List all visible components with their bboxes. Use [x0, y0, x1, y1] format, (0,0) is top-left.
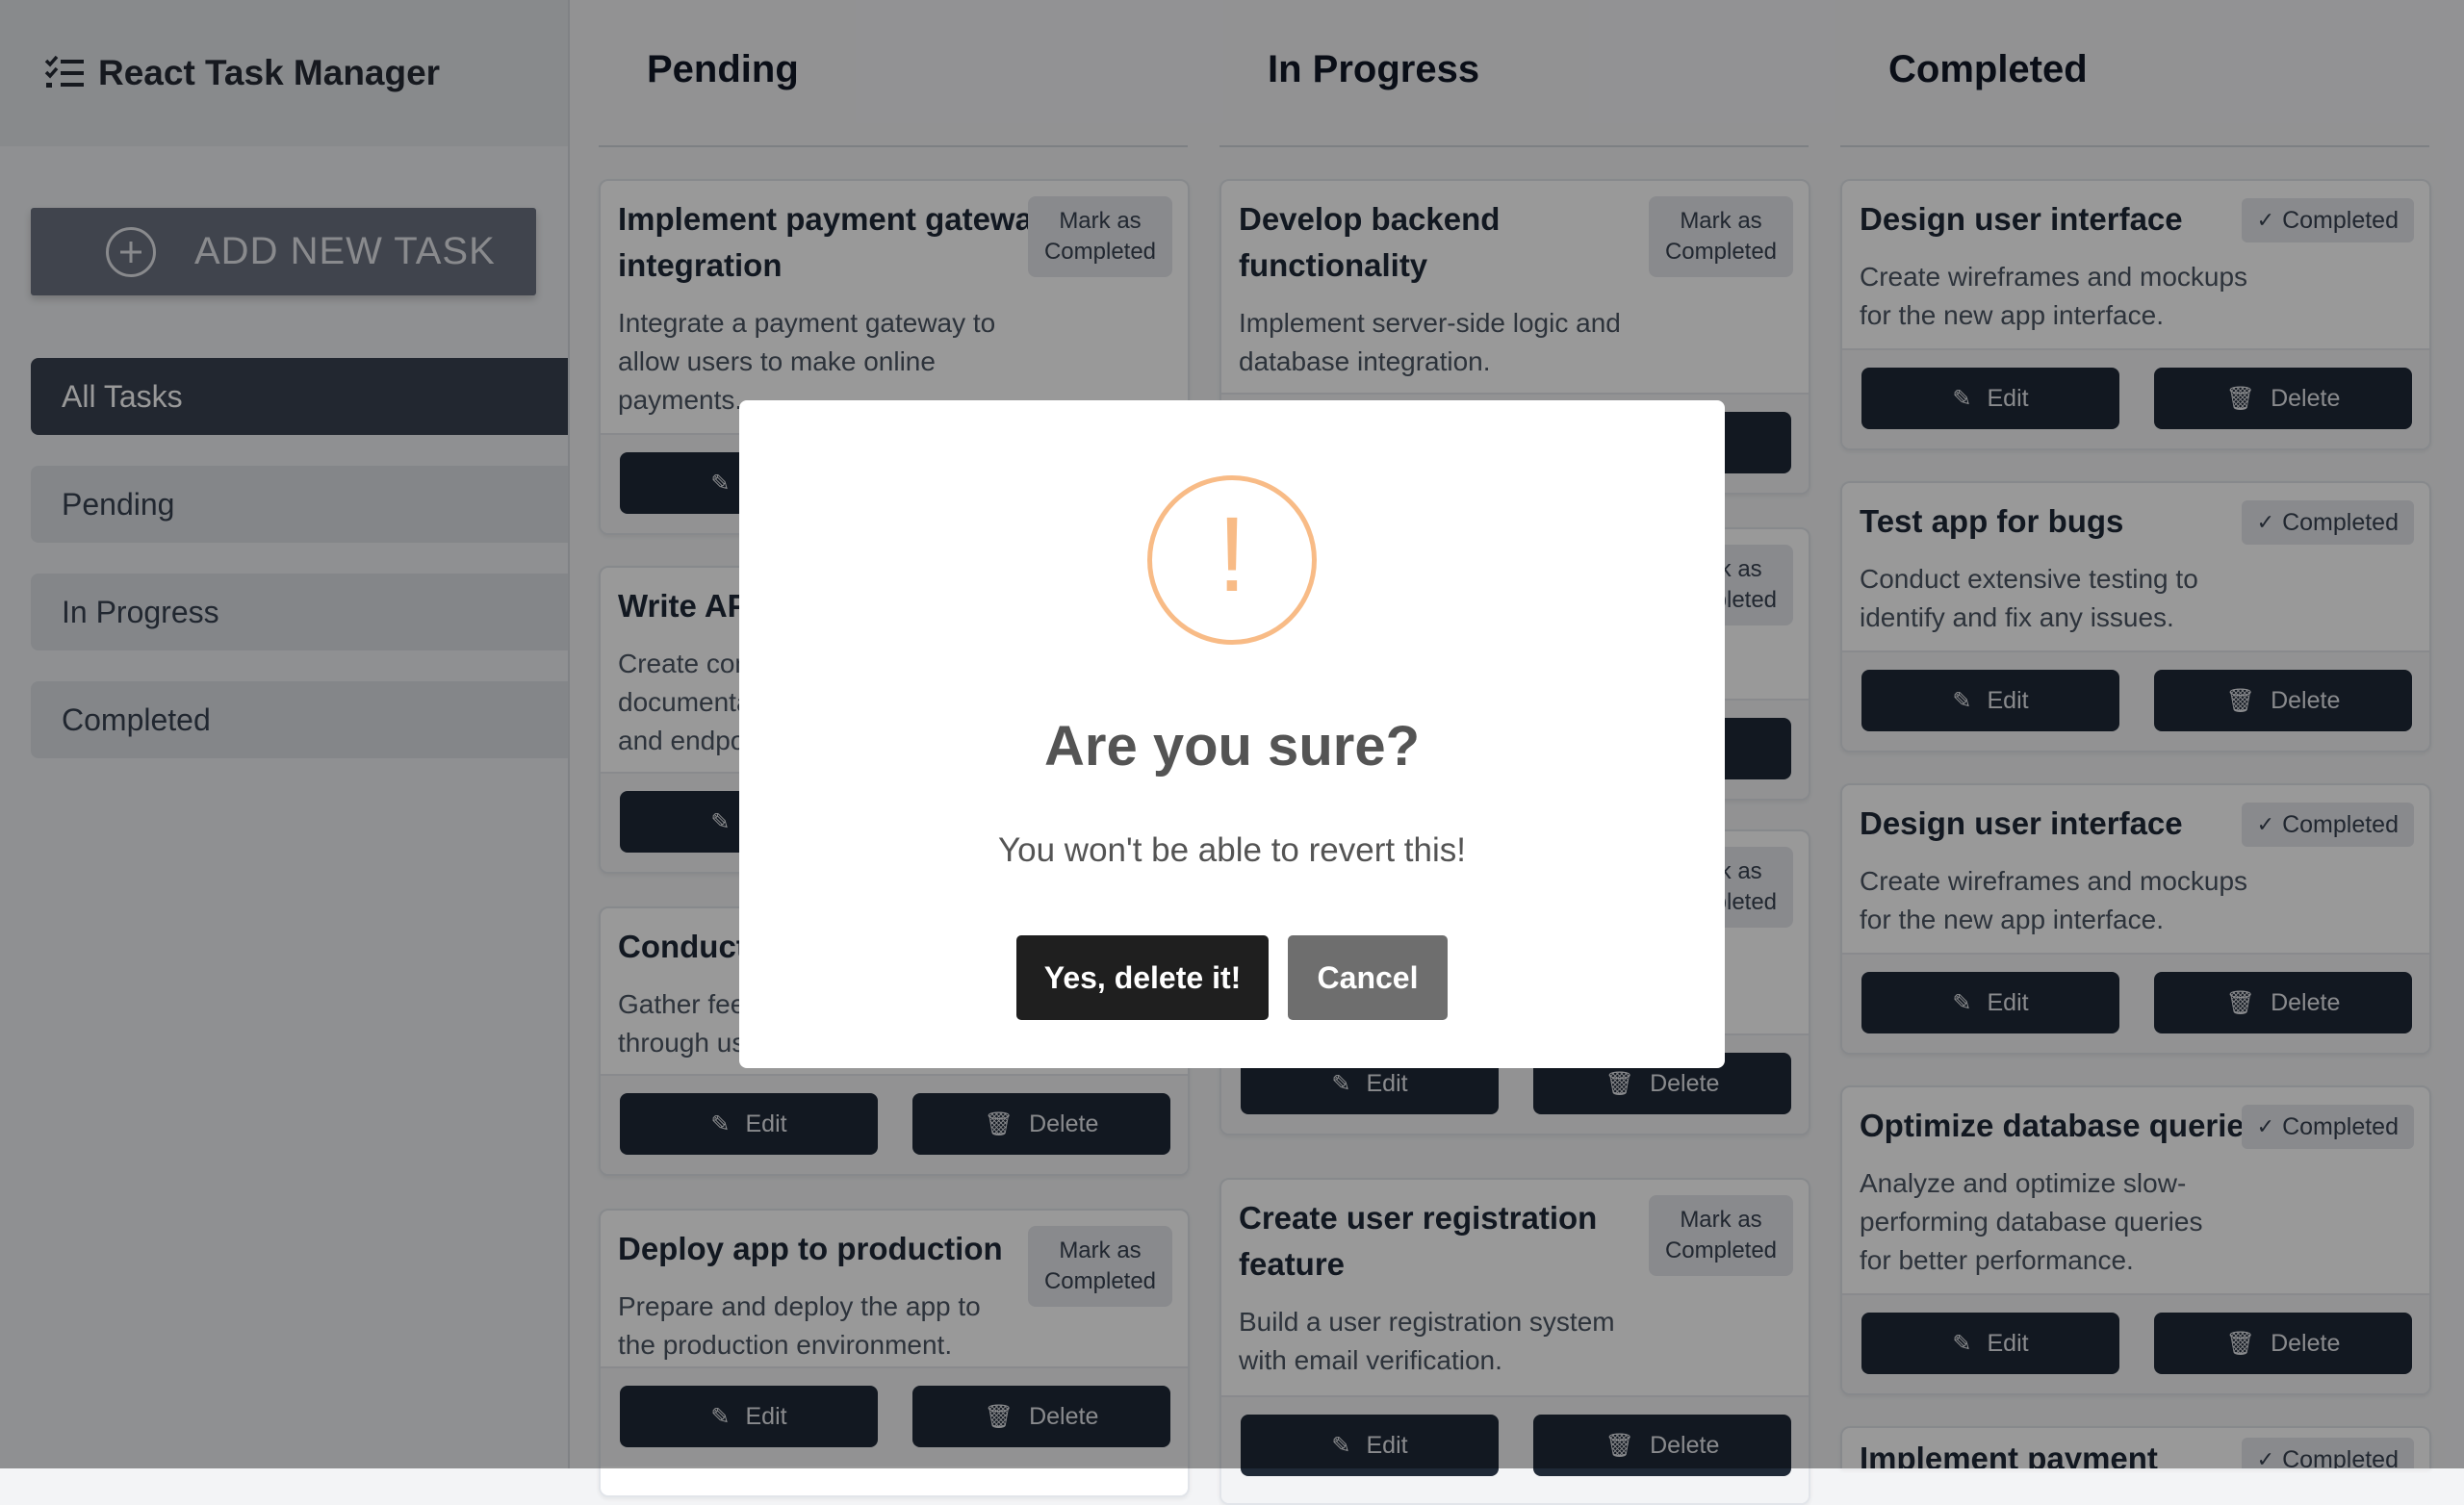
cancel-button[interactable]: Cancel [1288, 935, 1448, 1020]
dialog-message: You won't be able to revert this! [998, 831, 1466, 869]
dialog-title: Are you sure? [1044, 715, 1420, 778]
confirm-delete-button[interactable]: Yes, delete it! [1016, 935, 1269, 1020]
warning-icon: ! [1147, 475, 1317, 645]
confirm-dialog: ! Are you sure? You won't be able to rev… [739, 400, 1725, 1068]
